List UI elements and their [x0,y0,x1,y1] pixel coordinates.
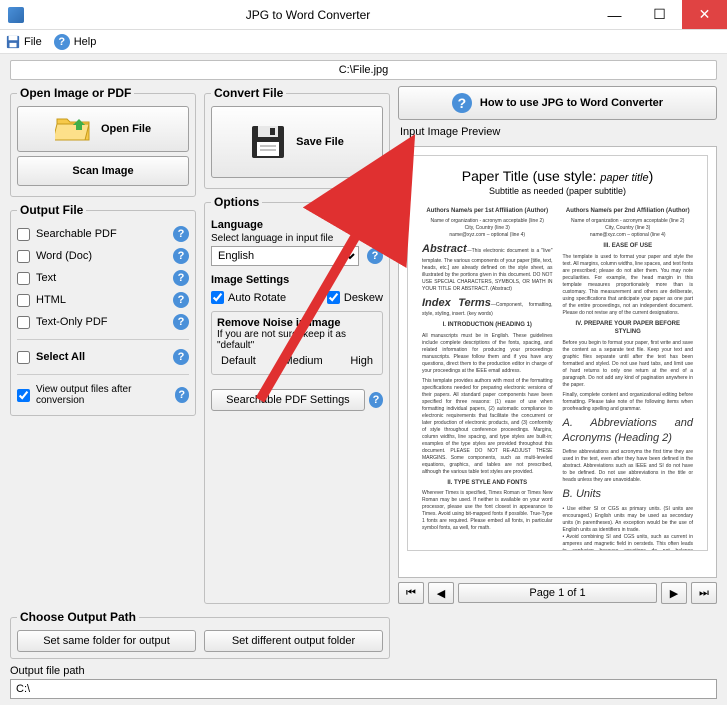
page-indicator: Page 1 of 1 [458,583,657,603]
noise-option[interactable]: Medium [284,355,323,367]
output-format-label: Text [36,272,56,284]
noise-label: Remove Noise in Image [217,317,377,329]
same-folder-label: Set same folder for output [43,635,170,647]
convert-file-legend: Convert File [211,86,286,100]
different-folder-label: Set different output folder [232,635,355,647]
options-legend: Options [211,195,262,209]
menu-file-label: File [24,36,42,48]
doc-title: Paper Title (use style: paper title) [422,168,693,184]
window-controls: — ☐ ✕ [592,0,727,29]
choose-output-legend: Choose Output Path [17,610,139,624]
menu-file[interactable]: File [6,35,42,49]
output-path-label: Output file path [10,665,717,677]
howto-label: How to use JPG to Word Converter [480,97,663,109]
view-output-label: View output files after conversion [36,384,169,406]
save-file-button[interactable]: Save File [211,106,383,178]
scan-image-label: Scan Image [72,165,133,177]
language-select[interactable]: English [211,246,359,266]
close-button[interactable]: ✕ [682,0,727,29]
help-icon[interactable]: ? [173,349,189,365]
auto-rotate-checkbox[interactable] [211,291,224,304]
minimize-button[interactable]: — [592,0,637,29]
maximize-button[interactable]: ☐ [637,0,682,29]
howto-button[interactable]: ? How to use JPG to Word Converter [398,86,717,120]
noise-desc: If you are not sure, keep it as "default… [217,329,377,351]
deskew-checkbox[interactable] [327,291,340,304]
floppy-icon [250,124,286,160]
help-icon[interactable]: ? [173,270,189,286]
output-format-checkbox[interactable] [17,272,30,285]
output-format-checkbox[interactable] [17,228,30,241]
save-file-label: Save File [296,136,344,148]
open-image-group: Open Image or PDF Open File Scan Image [10,86,196,197]
help-icon[interactable]: ? [173,314,189,330]
doc-subtitle: Subtitle as needed (paper subtitle) [422,186,693,196]
help-icon[interactable]: ? [369,392,383,408]
output-file-group: Output File Searchable PDF? Word (Doc)? Te… [10,203,196,416]
output-format-checkbox[interactable] [17,294,30,307]
scan-image-button[interactable]: Scan Image [17,156,189,186]
file-path-display: C:\File.jpg [10,60,717,80]
same-folder-button[interactable]: Set same folder for output [17,630,196,652]
disk-icon [6,35,20,49]
auto-rotate-label: Auto Rotate [228,292,286,304]
pdf-settings-label: Searchable PDF Settings [226,394,350,406]
pdf-settings-button[interactable]: Searchable PDF Settings [211,389,365,411]
help-icon[interactable]: ? [367,248,383,264]
pager: ⏮ ◀ Page 1 of 1 ▶ ⏭ [398,582,717,604]
help-icon: ? [54,34,70,50]
preview-area: Paper Title (use style: paper title) Sub… [398,146,717,578]
last-page-button[interactable]: ⏭ [691,582,717,604]
options-group: Options Language Select language in inpu… [204,195,390,604]
output-format-label: Searchable PDF [36,228,117,240]
convert-file-group: Convert File Save File [204,86,390,189]
image-settings-label: Image Settings [211,274,383,286]
app-icon [8,7,24,23]
help-icon[interactable]: ? [173,248,189,264]
open-file-label: Open File [101,123,151,135]
output-format-label: HTML [36,294,66,306]
noise-option[interactable]: Default [221,355,256,367]
select-all-label: Select All [36,351,85,363]
output-path-input[interactable] [10,679,717,699]
menu-help[interactable]: ? Help [54,34,97,50]
output-format-checkbox[interactable] [17,250,30,263]
different-folder-button[interactable]: Set different output folder [204,630,383,652]
menu-help-label: Help [74,36,97,48]
preview-label: Input Image Preview [400,126,717,138]
menubar: File ? Help [0,30,727,54]
open-file-button[interactable]: Open File [17,106,189,152]
help-icon[interactable]: ? [175,387,189,403]
titlebar: JPG to Word Converter — ☐ ✕ [0,0,727,30]
prev-page-button[interactable]: ◀ [428,582,454,604]
noise-option[interactable]: High [350,355,373,367]
output-format-checkbox[interactable] [17,316,30,329]
output-file-legend: Output File [17,203,86,217]
language-desc: Select language in input file [211,233,383,244]
open-image-legend: Open Image or PDF [17,86,134,100]
window-title: JPG to Word Converter [24,8,592,22]
deskew-label: Deskew [344,292,383,304]
view-output-checkbox[interactable] [17,389,30,402]
help-icon[interactable]: ? [173,292,189,308]
noise-group: Remove Noise in Image If you are not sur… [211,311,383,375]
select-all-checkbox[interactable] [17,351,30,364]
output-format-label: Text-Only PDF [36,316,108,328]
help-icon[interactable]: ? [173,226,189,242]
language-label: Language [211,219,383,231]
first-page-button[interactable]: ⏮ [398,582,424,604]
next-page-button[interactable]: ▶ [661,582,687,604]
document-preview: Paper Title (use style: paper title) Sub… [407,155,708,551]
folder-icon [55,115,91,143]
output-format-label: Word (Doc) [36,250,92,262]
help-icon: ? [452,93,472,113]
choose-output-path-group: Choose Output Path Set same folder for o… [10,610,390,659]
